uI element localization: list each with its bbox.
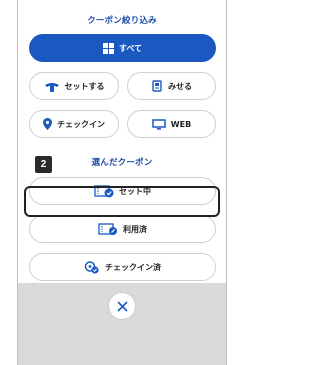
show-screen-icon [151,80,163,92]
checkin-filter-label: チェックイン [57,119,105,129]
set-filter-label: セットする [64,81,105,91]
filter-heading: クーポン絞り込み [87,16,157,26]
set-filter-button[interactable]: セットする [29,72,119,100]
all-button[interactable]: すべて [29,34,216,62]
close-button[interactable] [108,292,136,320]
location-pin-icon [43,118,52,130]
checked-in-label: チェックイン済 [105,262,161,272]
checkin-done-icon [84,260,100,274]
grid-icon [102,42,114,54]
checked-in-button[interactable]: チェックイン済 [29,253,216,281]
coupon-used-icon [98,222,118,236]
web-filter-button[interactable]: WEB [127,110,216,138]
phone-tap-icon [44,81,60,92]
monitor-icon [152,118,166,130]
tutorial-highlight [24,186,220,217]
checkin-filter-button[interactable]: チェックイン [29,110,119,138]
used-button[interactable]: 利用済 [29,215,216,243]
coupon-filter-panel: クーポン絞り込み すべて セットする みせる チェックイン WEB 選んだクーポ… [17,0,227,365]
step-badge: 2 [35,156,52,173]
used-label: 利用済 [123,224,147,234]
web-filter-label: WEB [170,119,192,129]
show-filter-button[interactable]: みせる [127,72,216,100]
all-label: すべて [118,43,143,53]
show-filter-label: みせる [168,81,192,91]
close-icon [116,297,128,316]
